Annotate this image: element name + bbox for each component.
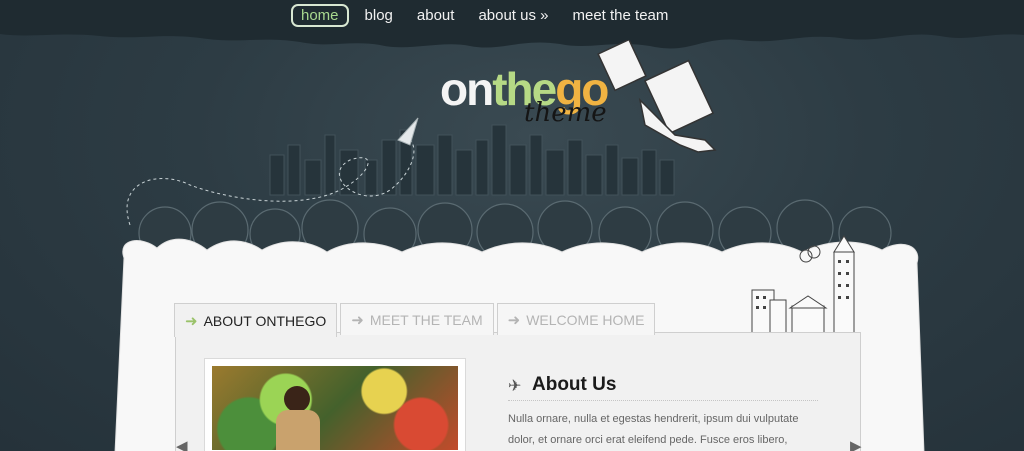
- chevron-right-icon[interactable]: ▶: [850, 437, 862, 451]
- nav-home[interactable]: home: [291, 4, 349, 27]
- tab-bar: ➜ ABOUT ONTHEGO ➜ MEET THE TEAM ➜ WELCOM…: [174, 303, 656, 337]
- nav-about-us[interactable]: about us »: [470, 5, 556, 26]
- tab-about-onthego[interactable]: ➜ ABOUT ONTHEGO: [174, 303, 338, 337]
- graffiti-image: [212, 366, 458, 450]
- arrow-right-icon: ➜: [507, 311, 521, 329]
- person-body: [276, 410, 320, 450]
- nav-meet-the-team[interactable]: meet the team: [565, 5, 677, 26]
- tab-meet-the-team[interactable]: ➜ MEET THE TEAM: [340, 303, 494, 335]
- logo-subtitle: theme: [524, 98, 607, 128]
- nav-about[interactable]: about: [409, 5, 463, 26]
- about-heading: About Us: [532, 374, 617, 395]
- chevron-left-icon[interactable]: ◀: [176, 437, 188, 451]
- airplane-icon: ✈: [508, 378, 522, 395]
- nav-blog[interactable]: blog: [357, 5, 401, 26]
- arrow-right-icon: ➜: [185, 312, 198, 330]
- tab-welcome-home[interactable]: ➜ WELCOME HOME: [496, 303, 656, 335]
- divider: [508, 400, 818, 401]
- buildings-illustration: [751, 235, 855, 335]
- person-head: [284, 386, 310, 412]
- about-text: Nulla ornare, nulla et egestas hendrerit…: [508, 413, 799, 446]
- main-nav: home blog about about us » meet the team: [291, 4, 684, 27]
- featured-photo: [204, 358, 466, 451]
- arrow-right-icon: ➜: [351, 311, 364, 329]
- flying-person-illustration: [597, 40, 717, 153]
